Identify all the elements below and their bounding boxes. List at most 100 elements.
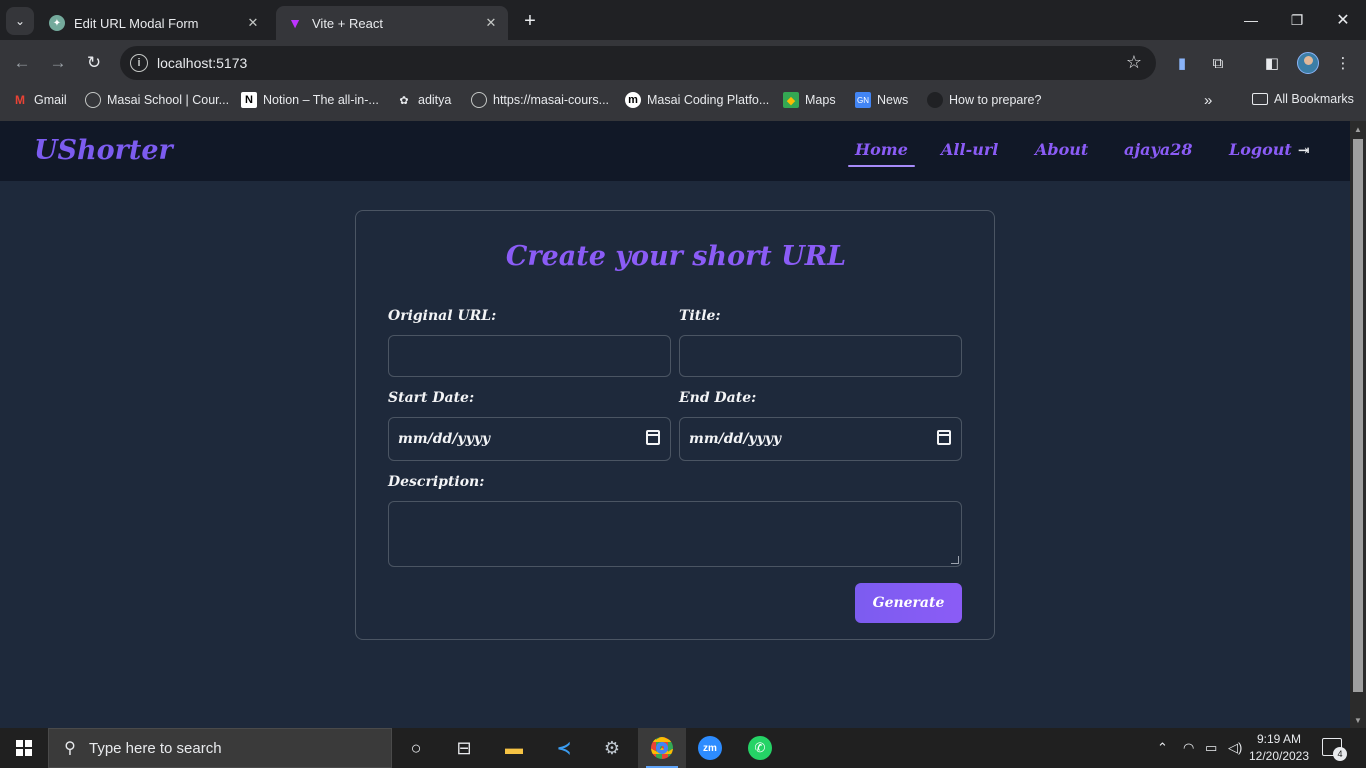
tab-vite-react[interactable]: ▼ Vite + React ✕ [276, 6, 508, 40]
settings-gear-icon[interactable]: ⚙ [588, 728, 636, 768]
minimize-button[interactable]: — [1228, 8, 1274, 32]
site-info-icon[interactable]: i [130, 54, 148, 72]
wifi-icon[interactable]: ◠ [1183, 740, 1194, 756]
start-date-placeholder: mm/dd/yyyy [398, 431, 490, 447]
bookmark-aditya[interactable]: ✿ aditya [396, 92, 451, 108]
resize-handle[interactable] [951, 556, 959, 564]
windows-taskbar: ⚲ Type here to search ○ ⊟ ▬ ≺ ⚙ zm ✆ ⌃ ◠… [0, 728, 1366, 768]
calendar-icon[interactable] [937, 430, 951, 445]
more-bookmarks-icon[interactable]: » [1204, 92, 1212, 109]
bookmark-masai-school[interactable]: Masai School | Cour... [85, 92, 229, 108]
notion-icon: N [241, 92, 257, 108]
address-bar[interactable]: i localhost:5173 ☆ [120, 46, 1156, 80]
original-url-input[interactable] [388, 335, 671, 377]
show-hidden-icons-chevron[interactable]: ⌃ [1157, 740, 1168, 756]
whatsapp-logo: ✆ [748, 736, 772, 760]
side-panel-icon[interactable]: ◧ [1262, 53, 1282, 73]
taskbar-search[interactable]: ⚲ Type here to search [48, 728, 392, 768]
extensions-puzzle-icon[interactable]: ⧉ [1208, 53, 1228, 73]
globe-icon [85, 92, 101, 108]
scroll-up-icon[interactable]: ▲ [1350, 121, 1366, 137]
chatgpt-icon: ✦ [49, 15, 65, 31]
tab-title: Vite + React [312, 15, 383, 31]
clock-date: 12/20/2023 [1248, 749, 1310, 763]
clock-time: 9:19 AM [1256, 732, 1302, 746]
new-tab-button[interactable]: + [518, 9, 542, 33]
bookmark-gmail[interactable]: M Gmail [12, 92, 67, 108]
news-icon: GN [855, 92, 871, 108]
restore-button[interactable]: ❐ [1274, 8, 1320, 32]
nav-about-link[interactable]: About [1035, 140, 1088, 159]
title-input[interactable] [679, 335, 962, 377]
bookmark-star-icon[interactable]: ☆ [1126, 52, 1142, 73]
notification-center-icon[interactable]: 4 [1322, 738, 1347, 761]
close-tab-icon[interactable]: ✕ [480, 15, 502, 31]
calendar-icon[interactable] [646, 430, 660, 445]
close-tab-icon[interactable]: ✕ [242, 15, 264, 31]
scroll-down-icon[interactable]: ▼ [1350, 712, 1366, 728]
notification-count-badge: 4 [1333, 747, 1347, 761]
tab-title: Edit URL Modal Form [74, 15, 199, 31]
end-date-placeholder: mm/dd/yyyy [689, 431, 781, 447]
nav-home-link[interactable]: Home [848, 140, 915, 167]
battery-icon[interactable]: ▭ [1205, 740, 1217, 756]
logout-icon: ⇥ [1297, 143, 1310, 159]
description-label: Description: [388, 474, 485, 490]
bookmark-news[interactable]: GN News [855, 92, 908, 108]
brand-logo[interactable]: UShorter [34, 135, 173, 166]
reload-button[interactable]: ↻ [81, 50, 107, 76]
vscode-icon[interactable]: ≺ [540, 728, 588, 768]
gmail-icon: M [15, 93, 25, 107]
zoom-logo: zm [698, 736, 722, 760]
address-text[interactable]: localhost:5173 [157, 55, 247, 71]
page-scrollbar[interactable]: ▲ ▼ [1350, 121, 1366, 728]
vite-icon: ▼ [288, 15, 302, 31]
github-icon: ✿ [399, 94, 409, 107]
all-bookmarks-folder[interactable]: All Bookmarks [1252, 92, 1354, 106]
tab-search-button[interactable]: ⌄ [6, 7, 34, 35]
windows-logo-icon [16, 740, 32, 756]
end-date-input[interactable]: mm/dd/yyyy [679, 417, 962, 461]
globe-icon [471, 92, 487, 108]
tab-edit-url-modal-form[interactable]: ✦ Edit URL Modal Form ✕ [38, 6, 270, 40]
bookmark-masai-coding[interactable]: m Masai Coding Platfo... [625, 92, 769, 108]
whatsapp-icon[interactable]: ✆ [736, 728, 784, 768]
nav-logout-link[interactable]: Logout ⇥ [1229, 140, 1310, 159]
extension-docs-icon[interactable]: ▮ [1172, 53, 1192, 73]
maps-icon: ◆ [783, 92, 799, 108]
page-viewport: UShorter Home All-url About ajaya28 Logo… [0, 121, 1350, 728]
start-button[interactable] [0, 728, 48, 768]
back-button[interactable]: ← [9, 50, 35, 76]
cortana-icon[interactable]: ○ [392, 728, 440, 768]
task-view-icon[interactable]: ⊟ [440, 728, 488, 768]
bookmark-notion[interactable]: N Notion – The all-in-... [241, 92, 379, 108]
nav-all-url-link[interactable]: All-url [941, 140, 998, 159]
start-date-label: Start Date: [388, 390, 475, 406]
bookmark-masai-courses[interactable]: https://masai-cours... [471, 92, 609, 108]
description-textarea[interactable] [388, 501, 962, 567]
logout-label: Logout [1229, 140, 1292, 159]
chrome-taskbar-icon[interactable] [638, 728, 686, 768]
file-explorer-icon[interactable]: ▬ [490, 728, 538, 768]
system-clock[interactable]: 9:19 AM 12/20/2023 [1248, 731, 1310, 765]
zoom-icon[interactable]: zm [686, 728, 734, 768]
start-date-input[interactable]: mm/dd/yyyy [388, 417, 671, 461]
bookmark-maps[interactable]: ◆ Maps [783, 92, 836, 108]
volume-icon[interactable]: ◁) [1228, 740, 1242, 756]
masai-icon: m [625, 92, 641, 108]
page-icon [927, 92, 943, 108]
bookmarks-bar: M Gmail Masai School | Cour... N Notion … [0, 87, 1366, 113]
tab-strip: ⌄ ✦ Edit URL Modal Form ✕ ▼ Vite + React… [0, 0, 1366, 40]
profile-avatar[interactable] [1297, 52, 1319, 74]
browser-chrome: ⌄ ✦ Edit URL Modal Form ✕ ▼ Vite + React… [0, 0, 1366, 121]
close-window-button[interactable]: ✕ [1320, 8, 1366, 32]
forward-button[interactable]: → [45, 50, 71, 76]
nav-user-link[interactable]: ajaya28 [1124, 140, 1192, 159]
app-navbar: UShorter Home All-url About ajaya28 Logo… [0, 121, 1350, 181]
search-icon: ⚲ [64, 740, 76, 757]
generate-button[interactable]: Generate [855, 583, 962, 623]
title-label: Title: [679, 308, 721, 324]
bookmark-how-to-prepare[interactable]: How to prepare? [927, 92, 1041, 108]
chrome-menu-icon[interactable]: ⋮ [1333, 53, 1353, 73]
scrollbar-thumb[interactable] [1353, 139, 1363, 692]
